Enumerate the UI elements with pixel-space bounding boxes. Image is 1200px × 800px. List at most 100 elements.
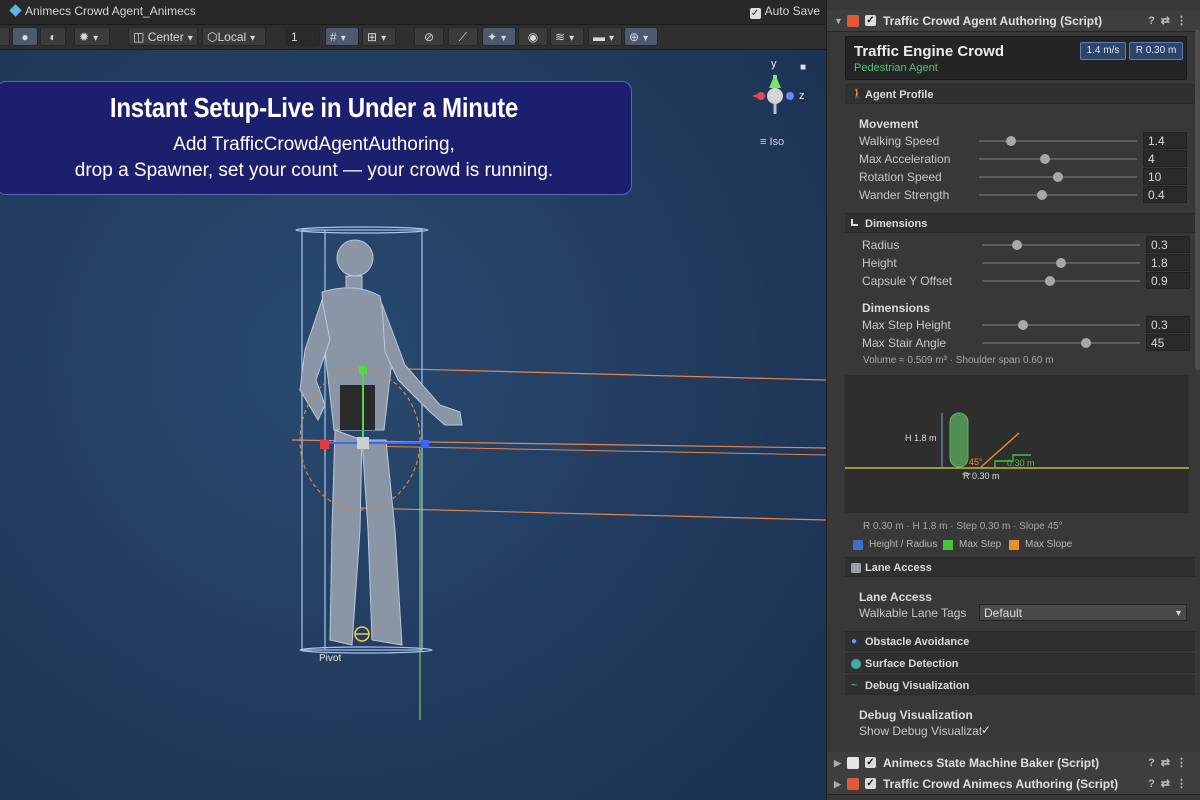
slider-track[interactable] — [979, 158, 1137, 160]
slider-value-field[interactable]: 0.4 — [1143, 186, 1187, 203]
section-lane-access[interactable]: Lane Access — [845, 557, 1195, 577]
slider-value-field[interactable]: 4 — [1143, 150, 1187, 167]
globe-icon — [851, 659, 861, 669]
slider-track[interactable] — [982, 280, 1140, 282]
legend-label: Max Slope — [1025, 539, 1073, 550]
section-obstacle-avoidance[interactable]: ● Obstacle Avoidance — [845, 631, 1195, 651]
grid-size-input[interactable]: 1 — [286, 27, 320, 46]
space-mode-dropdown[interactable]: ⬡Local — [202, 27, 266, 46]
component-tools[interactable]: ?⇄⋮ — [1148, 773, 1193, 795]
slider-track[interactable] — [982, 324, 1140, 326]
component-enabled-checkbox[interactable]: ✓ — [865, 15, 876, 26]
space-mode-label: Local — [217, 30, 247, 44]
component-title: Animecs State Machine Baker (Script) — [883, 756, 1100, 770]
visibility-button[interactable]: ◉ — [518, 27, 548, 46]
slider-value-field[interactable]: 1.4 — [1143, 132, 1187, 149]
slider-track[interactable] — [982, 244, 1140, 246]
scene-tab[interactable]: Animecs Crowd Agent_Animecs — [9, 4, 196, 18]
shading-wire-button[interactable] — [0, 27, 10, 46]
autosave-toggle[interactable]: ✓ Auto Save — [749, 4, 820, 19]
slider-value-field[interactable]: 45 — [1146, 334, 1190, 351]
slider-track[interactable] — [979, 194, 1137, 196]
shading-solid-button[interactable]: ● — [12, 27, 38, 46]
component-tools[interactable]: ?⇄⋮ — [1148, 752, 1193, 774]
legend-label: Height / Radius — [869, 539, 938, 550]
component-header-state-machine-baker[interactable]: ▶ ✓ Animecs State Machine Baker (Script)… — [827, 752, 1200, 774]
section-agent-profile[interactable]: 🚶 Agent Profile — [845, 84, 1195, 104]
lock-icon[interactable]: ■ — [800, 62, 806, 73]
component-title: Traffic Crowd Animecs Authoring (Script) — [883, 777, 1119, 791]
show-debug-row: Show Debug Visualizat ✓ — [859, 722, 1189, 740]
component-header-traffic-crowd-agent[interactable]: ▼ ✓ Traffic Crowd Agent Authoring (Scrip… — [827, 10, 1200, 32]
grid-snap-dropdown[interactable]: # — [325, 27, 359, 46]
slider-label: Rotation Speed — [859, 170, 942, 184]
layers-dropdown[interactable]: ≋ — [550, 27, 584, 46]
projection-toggle[interactable]: ≡ Iso — [760, 136, 784, 148]
component-enabled-checkbox[interactable]: ✓ — [865, 778, 876, 789]
gizmos-dropdown[interactable]: ⊕ — [624, 27, 658, 46]
effects-dropdown[interactable]: ✦ — [482, 27, 516, 46]
slider-handle[interactable] — [1037, 190, 1048, 200]
traffic-engine-card: Traffic Engine Crowd Pedestrian Agent 1.… — [845, 36, 1187, 80]
scene-title-text: Animecs Crowd Agent_Animecs — [25, 4, 196, 18]
pivot-mode-dropdown[interactable]: ◫ Center — [128, 27, 198, 46]
increment-snap-dropdown[interactable]: ⊞ — [362, 27, 396, 46]
y-axis-cap[interactable] — [359, 366, 367, 374]
slider-value-field[interactable]: 0.3 — [1146, 316, 1190, 333]
component-header-crowd-animecs-authoring[interactable]: ▶ ✓ Traffic Crowd Animecs Authoring (Scr… — [827, 773, 1200, 795]
dimensions-diagram-svg — [845, 412, 1189, 475]
z-axis-cap[interactable] — [421, 440, 429, 448]
slider-value-field[interactable]: 0.3 — [1146, 236, 1190, 253]
card-title: Traffic Engine Crowd — [854, 43, 1005, 60]
grid-size-value: 1 — [291, 30, 298, 44]
lighting-dropdown[interactable]: ✹ — [74, 27, 110, 46]
inspector-scrollbar[interactable] — [1195, 30, 1200, 370]
slider-handle[interactable] — [1053, 172, 1063, 182]
section-dimensions[interactable]: Dimensions — [845, 213, 1195, 233]
toggle-2d-button[interactable]: ⊘ — [414, 27, 444, 46]
slider-handle[interactable] — [1018, 320, 1029, 330]
slider-handle[interactable] — [1044, 276, 1055, 286]
slider-track[interactable] — [982, 342, 1140, 344]
lighting-off-icon: ⊘ — [423, 30, 435, 44]
expand-arrow-icon[interactable]: ▶ — [834, 752, 841, 774]
collapse-arrow-icon[interactable]: ▼ — [834, 10, 843, 32]
diagram-step-label: 0.30 m — [1007, 458, 1035, 468]
slider-handle[interactable] — [1040, 154, 1051, 164]
slider-handle[interactable] — [1081, 338, 1092, 348]
expand-arrow-icon[interactable]: ▶ — [834, 773, 841, 795]
slider-handle[interactable] — [1056, 258, 1066, 268]
show-debug-checkbox[interactable]: ✓ — [981, 723, 991, 737]
x-axis-cap[interactable] — [320, 440, 329, 449]
slider-row: Height 1.8 — [862, 254, 1192, 272]
gizmo-axis-y-label: y — [771, 58, 777, 70]
component-tools[interactable]: ?⇄⋮ — [1148, 10, 1193, 32]
dimensions-summary: R 0.30 m · H 1.8 m · Step 0.30 m · Slope… — [863, 521, 1063, 532]
walkable-lane-tags-dropdown[interactable]: Default — [979, 604, 1187, 622]
slider-label: Wander Strength — [859, 188, 950, 202]
autosave-checkbox[interactable]: ✓ — [749, 8, 761, 19]
slider-value-field[interactable]: 0.9 — [1146, 272, 1190, 289]
slider-handle[interactable] — [1005, 136, 1016, 146]
legend-label: Max Step — [959, 539, 1002, 550]
section-title: Dimensions — [865, 218, 928, 230]
slider-handle[interactable] — [1011, 240, 1022, 250]
component-enabled-checkbox[interactable]: ✓ — [865, 757, 876, 768]
center-handle[interactable] — [357, 437, 369, 449]
card-subtitle: Pedestrian Agent — [854, 62, 938, 74]
slider-value-field[interactable]: 10 — [1143, 168, 1187, 185]
inspector-panel: ▼ ✓ Traffic Crowd Agent Authoring (Scrip… — [826, 0, 1200, 800]
slider-label: Max Acceleration — [859, 152, 951, 166]
shading-textured-button[interactable]: ◐ — [40, 27, 66, 46]
slider-row: Capsule Y Offset 0.9 — [862, 272, 1192, 290]
audio-toggle-button[interactable]: ⟋ — [448, 27, 478, 46]
audio-off-icon: ⟋ — [458, 30, 468, 44]
slider-track[interactable] — [979, 140, 1137, 142]
effects-icon: ✦ — [487, 30, 498, 44]
scene-view[interactable]: y z ■ ≡ Iso Pivot Animecs Crowd Agent_An… — [0, 0, 826, 800]
section-debug-visualization[interactable]: ~ Debug Visualization — [845, 675, 1195, 695]
camera-dropdown[interactable]: ▬ — [588, 27, 622, 46]
walking-person-icon: 🚶 — [851, 89, 864, 100]
section-surface-detection[interactable]: Surface Detection — [845, 653, 1195, 673]
slider-value-field[interactable]: 1.8 — [1146, 254, 1190, 271]
